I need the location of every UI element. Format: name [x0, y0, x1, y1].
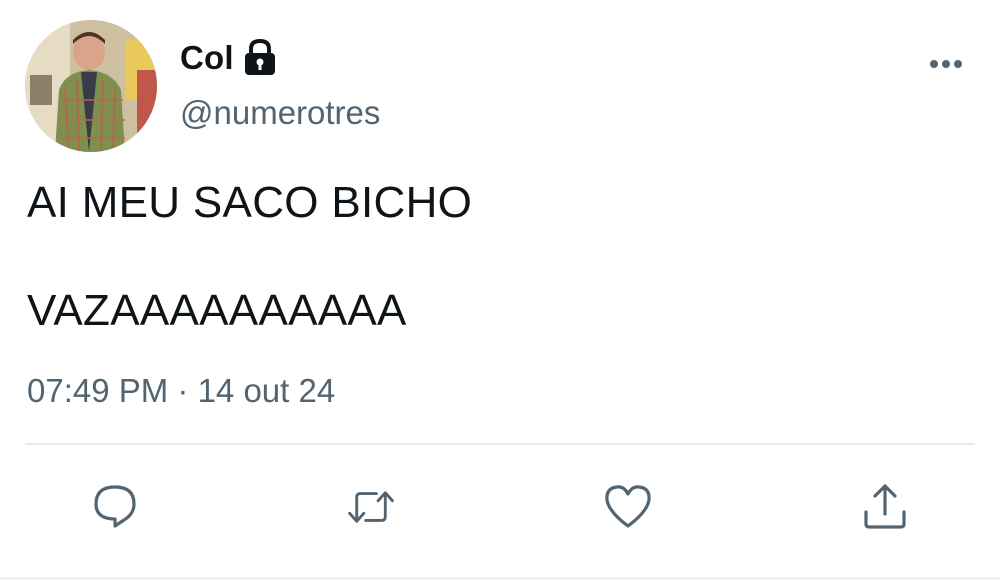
like-button[interactable]	[603, 482, 653, 532]
more-horizontal-icon[interactable]	[925, 50, 967, 78]
divider	[25, 443, 975, 445]
reply-icon	[94, 485, 136, 528]
tweet-timestamp[interactable]: 07:49 PM · 14 out 24	[27, 372, 335, 410]
lock-icon	[242, 38, 278, 77]
user-handle[interactable]: @numerotres	[180, 94, 380, 132]
display-name-row: Col	[180, 36, 278, 80]
tweet-text-line: VAZAAAAAAAAAA	[27, 286, 407, 335]
retweet-button[interactable]	[346, 482, 396, 532]
share-button[interactable]	[860, 482, 910, 532]
tweet-card: Col @numerotres AI MEU SACO BICHO VAZAAA…	[0, 0, 1000, 585]
tweet-text-line: AI MEU SACO BICHO	[27, 178, 473, 227]
bottom-divider	[0, 577, 1000, 580]
share-icon	[864, 484, 906, 529]
heart-icon	[605, 485, 651, 528]
retweet-icon	[348, 491, 394, 523]
display-name[interactable]: Col	[180, 39, 234, 77]
reply-button[interactable]	[90, 482, 140, 532]
avatar[interactable]	[25, 20, 157, 152]
avatar-photo	[25, 20, 157, 152]
